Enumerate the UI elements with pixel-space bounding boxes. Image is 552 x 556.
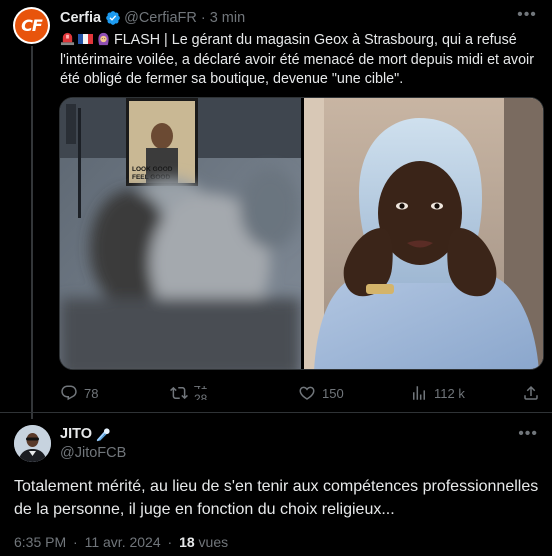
share-action[interactable] <box>522 384 540 402</box>
tweet-actions-bar: 78 41 28 150 112 k <box>60 384 540 402</box>
reply-author-row: JITO <box>60 426 111 442</box>
poster-text-1: LOOK GOOD <box>132 166 173 173</box>
reply-time[interactable]: 6:35 PM <box>14 534 66 550</box>
reply-tweet[interactable]: JITO @JitoFCB ••• Totalement mérité, au … <box>0 412 552 556</box>
woman-headscarf-icon <box>98 32 109 46</box>
store-manager-blurred-photo[interactable]: LOOK GOOD FEEL GOOD <box>60 98 301 369</box>
more-options-icon[interactable]: ••• <box>516 4 538 26</box>
views-action[interactable]: 112 k <box>410 384 505 402</box>
retweet-count-rolling: 41 28 <box>194 386 216 400</box>
tweet-media[interactable]: LOOK GOOD FEEL GOOD <box>59 97 544 370</box>
like-count: 150 <box>322 385 344 401</box>
tweet-time[interactable]: 3 min <box>210 10 245 26</box>
jito-avatar-image <box>14 425 51 462</box>
reply-meta-separator-2: · <box>167 534 173 550</box>
tweet-header: Cerfia @CerfiaFR · 3 min <box>60 10 245 26</box>
tweet-text: FLASH | Le gérant du magasin Geox à Stra… <box>60 32 534 88</box>
reply-count: 78 <box>84 385 99 401</box>
share-icon <box>524 385 538 400</box>
reply-action[interactable]: 78 <box>60 384 158 402</box>
verified-badge-icon <box>105 10 121 26</box>
woman-with-hijab-illustration <box>304 98 543 369</box>
cerfia-logo: CF <box>15 9 48 42</box>
retweet-icon <box>170 386 188 400</box>
blurred-photo-illustration: LOOK GOOD FEEL GOOD <box>60 98 301 369</box>
author-handle[interactable]: @CerfiaFR <box>124 10 197 26</box>
cerfia-avatar[interactable]: CF <box>13 7 50 44</box>
reply-author-handle[interactable]: @JitoFCB <box>60 445 126 461</box>
thread-connector-line <box>31 46 33 419</box>
comet-emoji-icon <box>96 427 110 441</box>
like-action[interactable]: 150 <box>298 384 410 402</box>
reply-date[interactable]: 11 avr. 2024 <box>85 534 161 550</box>
retweet-count-new: 28 <box>194 392 208 400</box>
author-name[interactable]: Cerfia <box>60 10 101 26</box>
flag-fr-icon <box>78 34 93 44</box>
reply-text: Totalement mérité, au lieu de s'en tenir… <box>14 478 539 518</box>
view-count: 112 k <box>434 385 465 401</box>
views-chart-icon <box>413 386 425 400</box>
siren-icon <box>60 32 75 46</box>
reply-views-label: vues <box>198 534 229 550</box>
reply-author-name[interactable]: JITO <box>60 426 92 442</box>
reply-icon <box>61 385 77 401</box>
jito-avatar[interactable] <box>14 425 51 462</box>
reply-views-count: 18 <box>179 534 195 550</box>
heart-icon <box>299 386 315 400</box>
intern-photo[interactable] <box>304 98 543 369</box>
reply-meta-separator-1: · <box>73 534 78 550</box>
header-separator: · <box>200 10 206 26</box>
retweet-action[interactable]: 41 28 <box>170 384 290 402</box>
tweet-text-block: FLASH | Le gérant du magasin Geox à Stra… <box>60 31 540 90</box>
reply-meta: 6:35 PM · 11 avr. 2024 · 18 vues <box>14 534 228 550</box>
original-tweet[interactable]: CF Cerfia @CerfiaFR · 3 min ••• FLASH | … <box>0 0 552 419</box>
reply-more-options-icon[interactable]: ••• <box>518 425 538 443</box>
